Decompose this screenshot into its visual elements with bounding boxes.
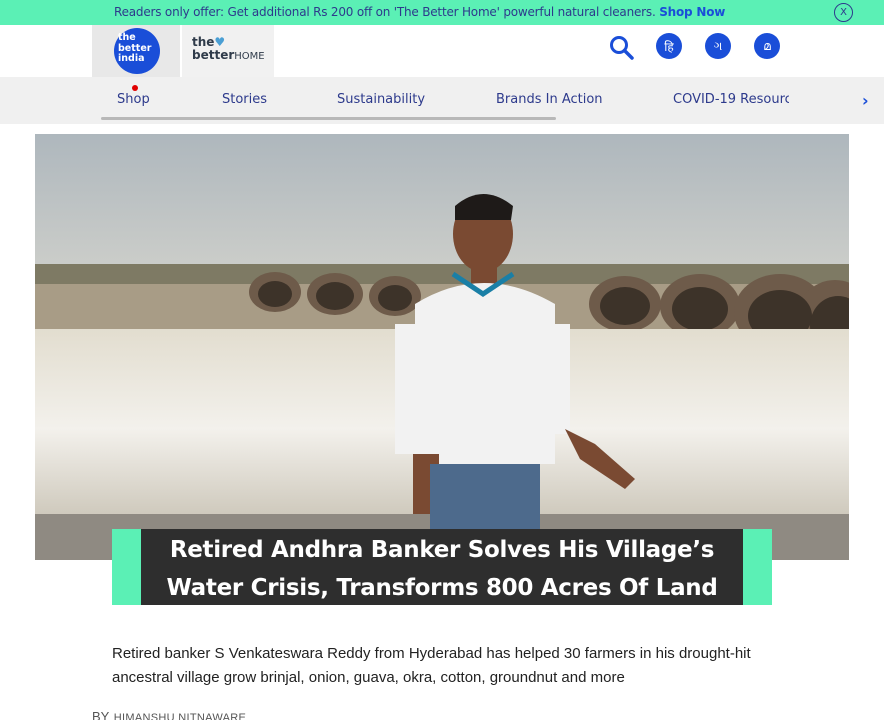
author-link[interactable]: HIMANSHU NITNAWARE xyxy=(114,712,246,720)
article-title-line-2: Water Crisis, Transforms 800 Acres Of La… xyxy=(166,575,718,601)
nav-item-shop[interactable]: Shop xyxy=(117,92,150,107)
logo-tbh-text: the♥ betterHOME xyxy=(192,36,265,63)
the-better-home-logo[interactable]: the♥ betterHOME xyxy=(182,25,274,77)
hero-image xyxy=(35,134,849,560)
gujarati-label: ગ xyxy=(713,38,723,53)
logo-tbh-the: the xyxy=(192,35,215,49)
article-title: Retired Andhra Banker Solves His Village… xyxy=(141,531,743,607)
hero-illustration xyxy=(35,134,849,560)
article-title-box: Retired Andhra Banker Solves His Village… xyxy=(112,529,772,605)
nav-item-stories[interactable]: Stories xyxy=(222,92,267,107)
article-title-line-1: Retired Andhra Banker Solves His Village… xyxy=(169,537,715,563)
logo-tbi-text: the better india xyxy=(118,32,152,64)
site-header: the better india the♥ betterHOME हि ગ മ xyxy=(0,25,884,77)
nav-item-brands-in-action[interactable]: Brands In Action xyxy=(496,92,603,107)
nav-item-covid-resources[interactable]: COVID-19 Resourc xyxy=(673,92,789,107)
promo-text: Readers only offer: Get additional Rs 20… xyxy=(114,5,725,19)
promo-banner: Readers only offer: Get additional Rs 20… xyxy=(0,0,884,25)
shop-now-link[interactable]: Shop Now xyxy=(659,5,725,19)
nav-scrollbar[interactable] xyxy=(101,117,556,120)
byline-by: BY xyxy=(92,709,110,720)
article-title-panel: Retired Andhra Banker Solves His Village… xyxy=(141,529,743,605)
nav-item-sustainability[interactable]: Sustainability xyxy=(337,92,425,107)
logo-tbh-better: better xyxy=(192,48,235,62)
promo-close-label: X xyxy=(840,7,847,18)
search-icon[interactable] xyxy=(608,34,636,62)
malayalam-label: മ xyxy=(763,38,771,53)
the-better-india-logo[interactable]: the better india xyxy=(92,25,180,77)
article-subtitle: Retired banker S Venkateswara Reddy from… xyxy=(112,645,751,686)
hindi-label: हि xyxy=(664,39,674,54)
heart-icon: ♥ xyxy=(214,35,226,49)
gujarati-language-button[interactable]: ગ xyxy=(705,33,731,59)
hindi-language-button[interactable]: हि xyxy=(656,33,682,59)
malayalam-language-button[interactable]: മ xyxy=(754,33,780,59)
article-byline: BY HIMANSHU NITNAWARE xyxy=(92,708,246,720)
new-indicator-dot xyxy=(132,85,138,91)
close-icon[interactable]: X xyxy=(834,3,853,22)
logo-tbh-home: HOME xyxy=(234,51,265,62)
promo-message: Readers only offer: Get additional Rs 20… xyxy=(114,5,656,19)
chevron-right-icon[interactable]: › xyxy=(862,91,869,110)
category-nav: Shop Stories Sustainability Brands In Ac… xyxy=(0,77,884,124)
